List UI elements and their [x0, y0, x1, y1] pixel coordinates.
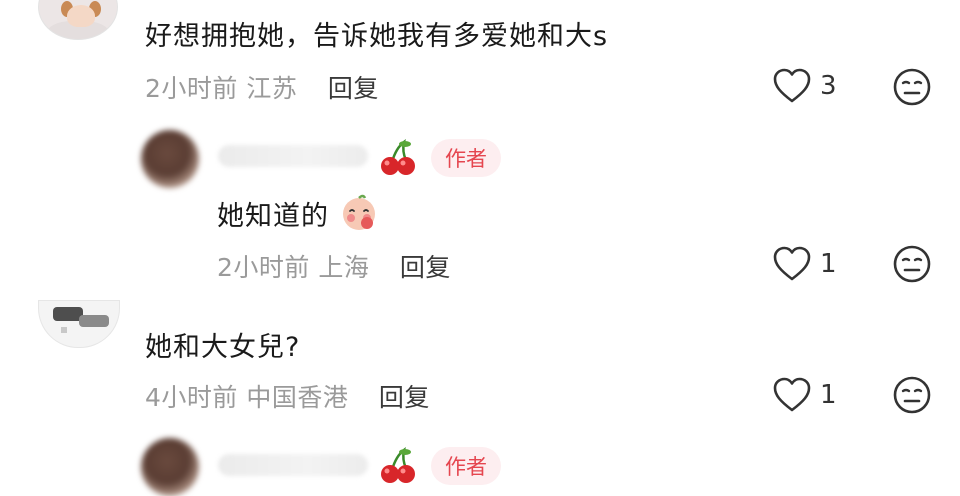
- reply-button[interactable]: 回复: [400, 253, 451, 282]
- dislike-button[interactable]: [892, 375, 932, 419]
- cherry-icon: [381, 139, 415, 175]
- comment-location: 上海: [318, 253, 370, 282]
- comment-text: 好想拥抱她，告诉她我有多爱她和大s: [145, 21, 609, 52]
- reply-button[interactable]: 回复: [328, 74, 379, 103]
- like-count: 1: [820, 380, 837, 410]
- comment-time: 2小时前: [217, 253, 310, 282]
- author-name-blurred[interactable]: [218, 145, 368, 167]
- comment-text-content: 她知道的: [217, 201, 329, 232]
- like-count: 3: [820, 71, 837, 101]
- comment-location: 江苏: [246, 74, 298, 103]
- comment-meta: 4小时前 中国香港 回复: [145, 378, 430, 414]
- like-button[interactable]: 1: [772, 245, 837, 283]
- dislike-button[interactable]: [892, 244, 932, 288]
- comment-location: 中国香港: [246, 383, 349, 412]
- meh-face-icon: [893, 68, 931, 106]
- comment-text: 她知道的: [217, 194, 379, 233]
- comment-time: 4小时前: [145, 383, 238, 412]
- heart-outline-icon: [773, 377, 811, 412]
- like-button[interactable]: 3: [772, 67, 837, 105]
- user-avatar[interactable]: [38, 0, 118, 40]
- heart-outline-icon: [773, 68, 811, 103]
- reply-button[interactable]: 回复: [379, 383, 430, 412]
- meh-face-icon: [893, 245, 931, 283]
- author-avatar[interactable]: [141, 130, 199, 188]
- comment-meta: 2小时前 上海 回复: [217, 248, 451, 284]
- like-button[interactable]: 1: [772, 376, 837, 414]
- author-badge: 作者: [431, 447, 501, 485]
- like-count: 1: [820, 249, 837, 279]
- author-avatar[interactable]: [141, 438, 199, 496]
- dislike-button[interactable]: [892, 67, 932, 111]
- blush-face-emoji: [342, 194, 375, 230]
- cherry-icon: [381, 447, 415, 483]
- comment-time: 2小时前: [145, 74, 238, 103]
- comment-meta: 2小时前 江苏 回复: [145, 69, 379, 105]
- comment-text: 她和大女兒?: [145, 332, 301, 363]
- heart-outline-icon: [773, 246, 811, 281]
- meh-face-icon: [893, 376, 931, 414]
- author-badge: 作者: [431, 139, 501, 177]
- user-avatar[interactable]: [38, 300, 120, 348]
- author-name-blurred[interactable]: [218, 454, 368, 476]
